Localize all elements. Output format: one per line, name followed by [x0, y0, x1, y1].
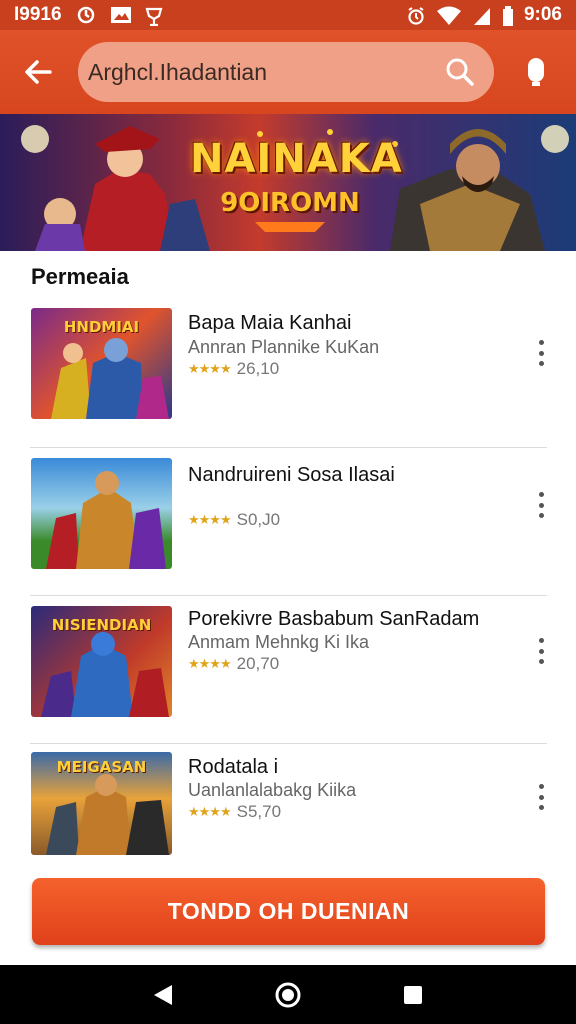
home-circle-icon: [275, 982, 301, 1007]
game-thumbnail: [31, 458, 172, 569]
shield-icon: [144, 6, 164, 27]
rating-value: S0,J0: [236, 510, 281, 529]
more-vert-icon: [538, 638, 544, 643]
battery-icon: [502, 6, 514, 26]
item-subtitle: Uanlanlalabakg Kiika: [188, 780, 357, 800]
status-left-text: I9916: [14, 4, 62, 25]
search-button[interactable]: [440, 52, 480, 92]
more-options-button[interactable]: [530, 488, 552, 522]
game-list: HNDMIAI Bapa Maia Kanhai Annran Plannike…: [30, 300, 547, 892]
item-rating: ★★★★ 20,70: [188, 654, 279, 674]
rating-stars-icon: ★★★★: [188, 656, 232, 671]
wifi-icon: [436, 6, 462, 25]
more-vert-icon: [538, 492, 544, 497]
thumbnail-title: HNDMIAI: [63, 318, 140, 336]
game-thumbnail: MEIGASAN: [31, 752, 172, 855]
rating-stars-icon: ★★★★: [188, 361, 232, 376]
alarm-icon: [406, 6, 426, 25]
banner-subtitle: 9OIROMN: [220, 188, 360, 218]
sync-icon: [76, 6, 96, 24]
item-subtitle: Anmam Mehnkg Ki Ika: [188, 632, 370, 652]
item-rating: ★★★★ S5,70: [188, 802, 281, 822]
list-item[interactable]: NISIENDIAN Porekivre Basbabum SanRadam A…: [30, 596, 547, 744]
search-box[interactable]: Arghcl.Ihadantian: [78, 42, 494, 102]
nav-back-button[interactable]: [138, 970, 188, 1020]
search-icon: [446, 58, 474, 86]
system-nav-bar: [0, 965, 576, 1024]
nav-recents-button[interactable]: [388, 970, 438, 1020]
thumbnail-title: NISIENDIAN: [51, 616, 152, 634]
mic-icon: [528, 58, 544, 86]
list-item[interactable]: HNDMIAI Bapa Maia Kanhai Annran Plannike…: [30, 300, 547, 448]
rating-value: 26,10: [236, 359, 280, 378]
item-subtitle: Annran Plannike KuKan: [188, 337, 380, 357]
recents-square-icon: [404, 985, 423, 1004]
item-title: Bapa Maia Kanhai: [188, 312, 352, 334]
banner-title: NAINAKA: [190, 136, 403, 182]
more-vert-icon: [538, 340, 544, 345]
rating-stars-icon: ★★★★: [188, 804, 232, 819]
banner-artwork: [21, 125, 569, 251]
game-thumbnail: HNDMIAI: [31, 308, 172, 419]
rating-stars-icon: ★★★★: [188, 512, 232, 527]
signal-icon: [472, 6, 492, 25]
thumbnail-art: [46, 471, 166, 569]
status-time: 9:06: [523, 4, 562, 25]
back-button[interactable]: [6, 40, 70, 104]
mic-button[interactable]: [506, 42, 566, 102]
rating-value: 20,70: [236, 654, 280, 673]
nav-home-button[interactable]: [263, 970, 313, 1020]
more-options-button[interactable]: [530, 336, 552, 370]
item-title: Porekivre Basbabum SanRadam: [188, 608, 480, 630]
list-item[interactable]: MEIGASAN Rodatala i Uanlanlalabakg Kiika…: [30, 744, 547, 892]
list-item[interactable]: Nandruireni Sosa Ilasai ★★★★ S0,J0: [30, 448, 547, 596]
item-rating: ★★★★ 26,10: [188, 359, 279, 379]
item-rating: ★★★★ S0,J0: [188, 510, 280, 530]
promo-banner[interactable]: NAINAKA 9OIROMN: [0, 114, 576, 251]
back-arrow-icon: [25, 60, 52, 84]
section-title: Permeaia: [31, 264, 129, 289]
more-vert-icon: [538, 784, 544, 789]
status-bar: I9916 9:06: [0, 0, 576, 30]
item-title: Nandruireni Sosa Ilasai: [188, 464, 395, 486]
cta-button[interactable]: TONDD OH DUENIAN: [32, 878, 545, 945]
app-bar: Arghcl.Ihadantian: [0, 30, 576, 114]
more-options-button[interactable]: [530, 780, 552, 814]
item-title: Rodatala i: [188, 756, 279, 778]
more-options-button[interactable]: [530, 634, 552, 668]
photo-icon: [110, 6, 131, 24]
search-input[interactable]: Arghcl.Ihadantian: [88, 59, 440, 86]
rating-value: S5,70: [236, 802, 282, 821]
back-triangle-icon: [153, 984, 172, 1005]
game-thumbnail: NISIENDIAN: [31, 606, 172, 717]
thumbnail-title: MEIGASAN: [56, 758, 147, 776]
